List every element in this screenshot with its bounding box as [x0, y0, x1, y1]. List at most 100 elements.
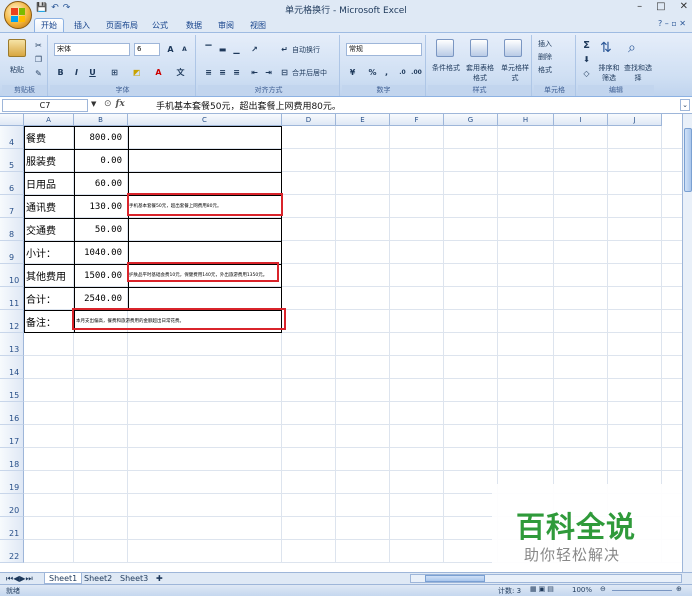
vertical-scrollbar-thumb[interactable] [684, 128, 692, 192]
row-header[interactable]: 10 [0, 264, 24, 287]
orientation-icon[interactable]: ↗ [248, 43, 261, 56]
paste-button[interactable]: 粘贴 [10, 65, 24, 75]
maximize-button[interactable]: □ [656, 1, 665, 12]
bold-button[interactable]: B [54, 66, 67, 79]
align-bottom-icon[interactable]: ▁ [230, 43, 243, 56]
decrease-decimal-icon[interactable]: .00 [410, 66, 423, 79]
conditional-format-icon[interactable] [436, 39, 454, 57]
tab-insert[interactable]: 插入 [74, 19, 90, 32]
insert-function-icon[interactable]: fx [116, 99, 125, 109]
row-header[interactable]: 18 [0, 448, 24, 471]
insert-sheet-icon[interactable]: ✚ [152, 573, 167, 584]
column-header-g[interactable]: G [444, 114, 498, 126]
italic-button[interactable]: I [70, 66, 83, 79]
paste-icon[interactable] [8, 39, 26, 57]
sheet-nav-icon[interactable]: ⏮◀▶⏭ [2, 573, 37, 584]
merge-center-button[interactable]: 合并后居中 [292, 68, 327, 78]
wrap-text-button[interactable]: 自动换行 [292, 45, 320, 55]
copy-icon[interactable]: ❐ [32, 53, 45, 66]
row-header[interactable]: 7 [0, 195, 24, 218]
zoom-level[interactable]: 100% [572, 586, 592, 594]
row-header[interactable]: 8 [0, 218, 24, 241]
name-box-dropdown-icon[interactable]: ▼ [91, 100, 96, 108]
row-header[interactable]: 19 [0, 471, 24, 494]
close-button[interactable]: ✕ [680, 1, 688, 12]
column-header-j[interactable]: J [608, 114, 662, 126]
decrease-indent-icon[interactable]: ⇤ [248, 66, 261, 79]
office-button[interactable] [4, 1, 32, 29]
align-middle-icon[interactable]: ▬ [216, 43, 229, 56]
row-header[interactable]: 12 [0, 310, 24, 333]
format-table-icon[interactable] [470, 39, 488, 57]
find-select-button[interactable]: 查找和选择 [624, 63, 652, 83]
fill-color-icon[interactable]: ◩ [130, 66, 143, 79]
sort-filter-icon[interactable]: ⇅ [600, 39, 618, 57]
format-table-button[interactable]: 套用表格格式 [464, 63, 496, 83]
align-left-icon[interactable]: ≡ [202, 66, 215, 79]
row-header[interactable]: 16 [0, 402, 24, 425]
view-buttons-icon[interactable]: ▦▣▤ [530, 585, 556, 593]
column-header-b[interactable]: B [74, 114, 128, 126]
delete-cells-button[interactable]: 删除 [538, 52, 552, 62]
column-header-h[interactable]: H [498, 114, 554, 126]
sheet-tab-sheet1[interactable]: Sheet1 [44, 573, 83, 584]
zoom-out-icon[interactable]: ⊖ [600, 585, 606, 593]
row-header[interactable]: 9 [0, 241, 24, 264]
tab-page-layout[interactable]: 页面布局 [106, 19, 138, 32]
insert-cells-button[interactable]: 插入 [538, 39, 552, 49]
row-header[interactable]: 4 [0, 126, 24, 149]
fill-icon[interactable]: ⬇ [580, 53, 593, 66]
increase-indent-icon[interactable]: ⇥ [262, 66, 275, 79]
font-size-select[interactable]: 6 [134, 43, 160, 56]
clear-icon[interactable]: ◇ [580, 67, 593, 80]
row-header[interactable]: 22 [0, 540, 24, 563]
column-header-i[interactable]: I [554, 114, 608, 126]
autosum-icon[interactable]: Σ [580, 39, 593, 52]
vertical-scrollbar[interactable] [682, 114, 692, 572]
horizontal-scrollbar-thumb[interactable] [425, 575, 485, 582]
format-cells-button[interactable]: 格式 [538, 65, 552, 75]
format-painter-icon[interactable]: ✎ [32, 67, 45, 80]
column-header-f[interactable]: F [390, 114, 444, 126]
formula-input[interactable]: 手机基本套餐50元，超出套餐上网费用80元。 [156, 99, 341, 112]
align-center-icon[interactable]: ≡ [216, 66, 229, 79]
help-icon[interactable]: ? – ▫ ✕ [658, 19, 686, 28]
font-color-icon[interactable]: A [152, 66, 165, 79]
wrap-text-icon[interactable]: ↵ [278, 43, 291, 56]
name-box[interactable]: C7 [2, 99, 88, 112]
tab-view[interactable]: 视图 [250, 19, 266, 32]
minimize-button[interactable]: – [637, 1, 642, 12]
column-header-c[interactable]: C [128, 114, 282, 126]
zoom-in-icon[interactable]: ⊕ [676, 585, 682, 593]
cut-icon[interactable]: ✂ [32, 39, 45, 52]
zoom-slider[interactable] [612, 590, 672, 591]
conditional-format-button[interactable]: 条件格式 [430, 63, 462, 73]
column-header-d[interactable]: D [282, 114, 336, 126]
tab-formulas[interactable]: 公式 [152, 19, 168, 32]
horizontal-scrollbar[interactable] [410, 574, 682, 583]
phonetic-icon[interactable]: 文 [174, 66, 187, 79]
column-header-e[interactable]: E [336, 114, 390, 126]
number-format-select[interactable]: 常规 [346, 43, 422, 56]
find-select-icon[interactable]: ⌕ [628, 39, 646, 57]
row-header[interactable]: 5 [0, 149, 24, 172]
align-top-icon[interactable]: ▔ [202, 43, 215, 56]
row-header[interactable]: 13 [0, 333, 24, 356]
column-header-a[interactable]: A [24, 114, 74, 126]
tab-home[interactable]: 开始 [34, 18, 64, 32]
grow-font-icon[interactable]: A [164, 43, 177, 56]
percent-button[interactable]: % [366, 66, 379, 79]
tab-data[interactable]: 数据 [186, 19, 202, 32]
expand-formula-bar-icon[interactable]: ⌄ [680, 99, 690, 111]
tab-review[interactable]: 审阅 [218, 19, 234, 32]
sort-filter-button[interactable]: 排序和筛选 [596, 63, 622, 83]
align-right-icon[interactable]: ≡ [230, 66, 243, 79]
sheet-tab-sheet3[interactable]: Sheet3 [116, 573, 152, 584]
row-header[interactable]: 20 [0, 494, 24, 517]
row-header[interactable]: 11 [0, 287, 24, 310]
shrink-font-icon[interactable]: A [178, 43, 191, 56]
font-name-select[interactable]: 宋体 [54, 43, 130, 56]
sheet-tab-sheet2[interactable]: Sheet2 [80, 573, 116, 584]
select-all-corner[interactable] [0, 114, 24, 126]
row-header[interactable]: 6 [0, 172, 24, 195]
